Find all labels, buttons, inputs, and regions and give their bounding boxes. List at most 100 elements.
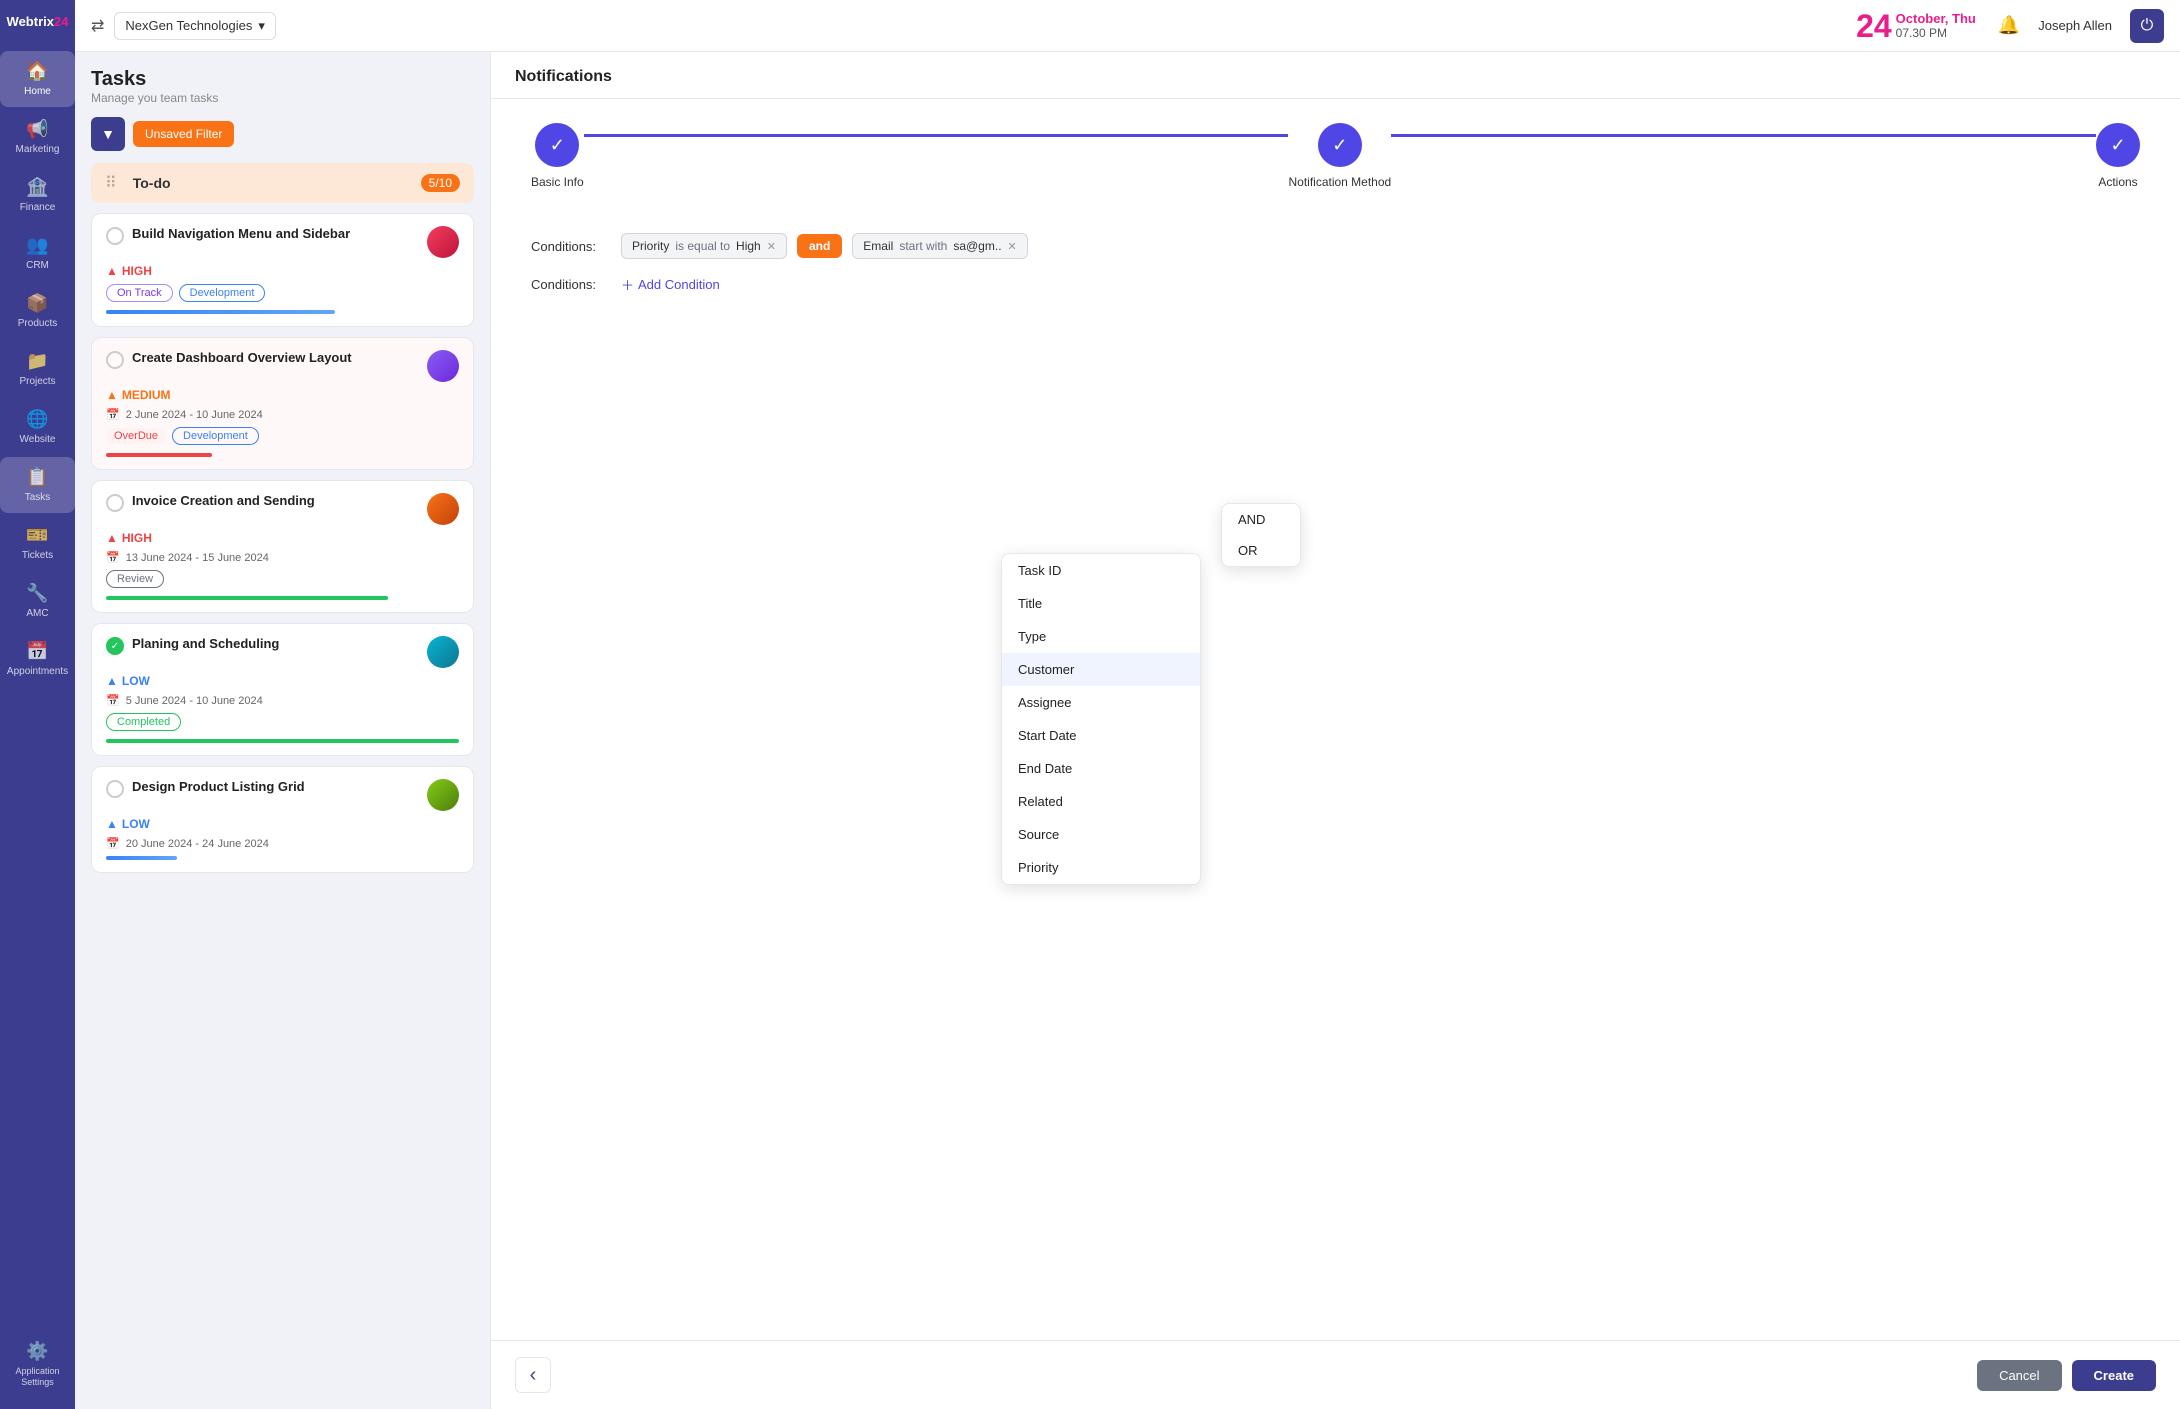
conditions-area: Conditions: Priority is equal to High ✕ … [491, 213, 2180, 1340]
priority-label: LOW [122, 674, 150, 688]
finance-icon: 🏦 [26, 177, 48, 198]
topbar: ⇄ NexGen Technologies ▾ 24 October, Thu … [75, 0, 2180, 52]
task-priority: ▲ LOW [106, 674, 459, 688]
remove-condition-1[interactable]: ✕ [767, 240, 776, 253]
task-name: Build Navigation Menu and Sidebar [132, 226, 419, 241]
priority-label: MEDIUM [122, 388, 171, 402]
appointments-icon: 📅 [26, 641, 48, 662]
sidebar-item-finance[interactable]: 🏦 Finance [0, 167, 75, 223]
sidebar-item-appointments[interactable]: 📅 Appointments [0, 631, 75, 687]
condition-tag-email: Email start with sa@gm.. ✕ [852, 233, 1027, 259]
calendar-icon: 📅 [106, 694, 120, 707]
condition-operator: is equal to [675, 239, 730, 253]
todo-dots-icon: ⠿ [105, 173, 117, 193]
sidebar-item-amc[interactable]: 🔧 AMC [0, 573, 75, 629]
task-name: Invoice Creation and Sending [132, 493, 419, 508]
notification-bell-icon[interactable]: 🔔 [1998, 15, 2020, 36]
task-radio[interactable] [106, 351, 124, 369]
switch-icon[interactable]: ⇄ [91, 16, 104, 36]
unsaved-filter-button[interactable]: Unsaved Filter [133, 121, 234, 147]
sidebar-label-products: Products [18, 318, 57, 329]
task-card: Design Product Listing Grid ▲ LOW 📅 20 J… [91, 766, 474, 873]
sidebar-label-website: Website [20, 434, 56, 445]
tag-development: Development [179, 284, 266, 302]
field-related[interactable]: Related [1002, 785, 1200, 818]
sidebar-item-settings[interactable]: ⚙️ Application Settings [0, 1331, 75, 1398]
sidebar-item-tickets[interactable]: 🎫 Tickets [0, 515, 75, 571]
filter-button[interactable]: ▼ [91, 117, 125, 151]
priority-arrow-icon: ▲ [106, 674, 118, 688]
projects-icon: 📁 [26, 351, 48, 372]
step-notification-method: ✓ Notification Method [1288, 123, 1391, 189]
task-card: Invoice Creation and Sending ▲ HIGH 📅 13… [91, 480, 474, 613]
marketing-icon: 📢 [26, 119, 48, 140]
sidebar-item-home[interactable]: 🏠 Home [0, 51, 75, 107]
task-date: 📅 5 June 2024 - 10 June 2024 [106, 694, 459, 707]
task-tags: Review [106, 570, 459, 588]
tickets-icon: 🎫 [26, 525, 48, 546]
task-progress-bar [106, 856, 177, 860]
task-card: ✓ Planing and Scheduling ▲ LOW 📅 5 June … [91, 623, 474, 756]
task-radio[interactable] [106, 494, 124, 512]
condition-tag-priority: Priority is equal to High ✕ [621, 233, 787, 259]
field-task-id[interactable]: Task ID [1002, 554, 1200, 587]
and-button[interactable]: and [797, 234, 842, 258]
date-time: 07.30 PM [1896, 26, 1976, 40]
date-month: October, Thu [1896, 11, 1976, 26]
condition-field: Priority [632, 239, 669, 253]
amc-icon: 🔧 [26, 583, 48, 604]
task-name: Design Product Listing Grid [132, 779, 419, 794]
power-button[interactable]: ⏻ [2130, 9, 2164, 43]
calendar-icon: 📅 [106, 408, 120, 421]
and-option[interactable]: AND [1222, 504, 1300, 535]
condition-value: High [736, 239, 761, 253]
or-option[interactable]: OR [1222, 535, 1300, 566]
task-radio[interactable] [106, 227, 124, 245]
task-priority: ▲ HIGH [106, 531, 459, 545]
field-customer[interactable]: Customer [1002, 653, 1200, 686]
field-priority[interactable]: Priority [1002, 851, 1200, 884]
cancel-button[interactable]: Cancel [1977, 1360, 2061, 1391]
task-priority: ▲ MEDIUM [106, 388, 459, 402]
dropdown-arrow-icon: ▾ [258, 18, 265, 34]
user-name: Joseph Allen [2038, 18, 2112, 33]
avatar [427, 636, 459, 668]
add-condition-text: Add Condition [638, 277, 720, 292]
task-date: 📅 2 June 2024 - 10 June 2024 [106, 408, 459, 421]
sidebar-item-projects[interactable]: 📁 Projects [0, 341, 75, 397]
step-line-1 [584, 134, 1289, 137]
field-title[interactable]: Title [1002, 587, 1200, 620]
sidebar-item-crm[interactable]: 👥 CRM [0, 225, 75, 281]
task-progress-bar [106, 739, 459, 743]
task-radio[interactable] [106, 780, 124, 798]
tasks-header: Tasks Manage you team tasks [91, 68, 474, 105]
field-assignee[interactable]: Assignee [1002, 686, 1200, 719]
add-condition-link[interactable]: ＋ Add Condition [621, 275, 720, 294]
field-type[interactable]: Type [1002, 620, 1200, 653]
field-start-date[interactable]: Start Date [1002, 719, 1200, 752]
task-progress-bar [106, 596, 388, 600]
task-radio[interactable]: ✓ [106, 637, 124, 655]
sidebar-item-marketing[interactable]: 📢 Marketing [0, 109, 75, 165]
avatar [427, 779, 459, 811]
sidebar-item-products[interactable]: 📦 Products [0, 283, 75, 339]
create-button[interactable]: Create [2072, 1360, 2156, 1391]
company-selector[interactable]: NexGen Technologies ▾ [114, 12, 275, 40]
sidebar-item-tasks[interactable]: 📋 Tasks [0, 457, 75, 513]
field-end-date[interactable]: End Date [1002, 752, 1200, 785]
back-button[interactable]: ‹ [515, 1357, 551, 1393]
condition-row-2: Conditions: ＋ Add Condition [531, 275, 2140, 294]
remove-condition-2[interactable]: ✕ [1008, 240, 1017, 253]
tasks-subtitle: Manage you team tasks [91, 91, 474, 105]
avatar [427, 493, 459, 525]
task-date: 📅 20 June 2024 - 24 June 2024 [106, 837, 459, 850]
task-card: Build Navigation Menu and Sidebar ▲ HIGH… [91, 213, 474, 327]
step-circle-2: ✓ [1318, 123, 1362, 167]
app-logo: Webtrix24 [3, 10, 73, 34]
condition-field-2: Email [863, 239, 893, 253]
tasks-panel: Tasks Manage you team tasks ▼ Unsaved Fi… [75, 52, 490, 1409]
avatar [427, 350, 459, 382]
sidebar-item-website[interactable]: 🌐 Website [0, 399, 75, 455]
field-source[interactable]: Source [1002, 818, 1200, 851]
step-basic-info: ✓ Basic Info [531, 123, 584, 189]
